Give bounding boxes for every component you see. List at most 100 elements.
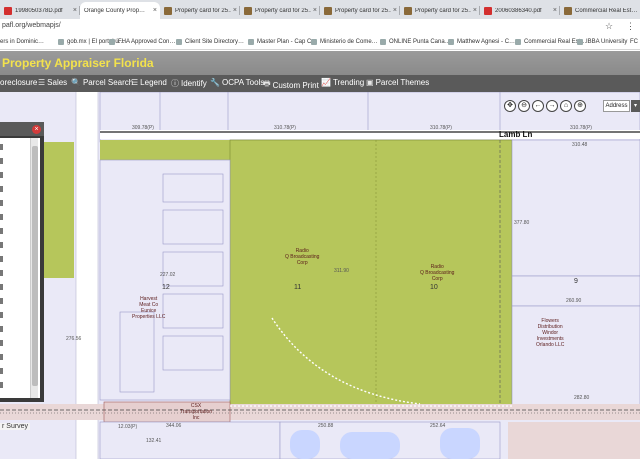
lot-number: 10 <box>430 284 438 291</box>
map-navigation: ✥ ⊖ ← → ⌂ ⊕ <box>504 100 588 112</box>
tool-label: oreclosure <box>0 78 38 87</box>
app-toolbar: oreclosure ☰ Sales 🔍 Parcel Search ☰ Legend… <box>0 75 640 92</box>
close-icon[interactable]: × <box>393 7 397 14</box>
panel-row-marker <box>0 340 3 346</box>
bookmark-label: Master Plan - Cap C… <box>257 39 318 45</box>
map-canvas[interactable] <box>0 92 640 459</box>
bookmark-star-icon[interactable]: ☆ <box>605 21 613 32</box>
bookmark-item[interactable]: IBBA University <box>577 39 627 45</box>
previous-extent-icon[interactable]: ← <box>532 100 544 112</box>
panel-row-marker <box>0 256 3 262</box>
close-icon[interactable]: × <box>32 125 41 134</box>
browser-tab-2[interactable]: Property card for 25… × <box>160 2 240 19</box>
toolbar-custom-print[interactable]: 🖶 Custom Print <box>263 78 319 92</box>
full-extent-icon[interactable]: ⌂ <box>560 100 572 112</box>
pan-icon[interactable]: ✥ <box>504 100 516 112</box>
close-icon[interactable]: × <box>73 7 77 14</box>
tool-label: Legend <box>140 78 167 87</box>
parcel-highlight-main <box>229 139 513 409</box>
panel-row-marker <box>0 326 3 332</box>
bookmark-item[interactable]: Commercial Real Est… <box>515 39 586 45</box>
site-icon <box>380 39 386 45</box>
parcel-map[interactable]: 309.78(P) 310.78(P) 310.78(P) 310.78(P) … <box>0 92 640 459</box>
parcel-bottom-right <box>508 422 640 459</box>
owner-label: Harvest Meat Co Eunice Properties LLC <box>132 296 166 320</box>
toolbar-trending[interactable]: 📈 Trending <box>321 78 364 87</box>
themes-icon: ▣ <box>366 78 374 87</box>
dimension-label: 309.78(P) <box>132 125 154 131</box>
bookmark-item[interactable]: FHA Approved Con… <box>109 39 175 45</box>
browser-tab-1[interactable]: Orange County Prop… × <box>80 2 160 19</box>
site-icon <box>577 39 583 45</box>
parcel-highlight-left <box>44 142 74 278</box>
dimension-label: 12.03(P) <box>118 424 138 430</box>
tool-label: Sales <box>47 78 68 87</box>
toolbar-legend[interactable]: ☰ Legend <box>131 78 167 87</box>
tab-label: Orange County Prop… <box>84 7 146 14</box>
browser-menu-icon[interactable]: ⋮ <box>626 21 635 32</box>
owner-label: Flowers Distribution Windor Investments … <box>536 318 565 348</box>
panel-row-marker <box>0 382 3 388</box>
survey-layer-chip[interactable]: r Survey <box>0 423 31 430</box>
site-icon <box>515 39 521 45</box>
panel-scrollbar[interactable] <box>30 138 38 398</box>
document-icon <box>324 6 332 15</box>
panel-row-marker <box>0 242 3 248</box>
water-body <box>290 430 320 459</box>
bookmark-item[interactable]: ers in Dominic… <box>0 39 44 45</box>
dimension-label: 310.78(P) <box>274 125 296 131</box>
bookmark-item[interactable]: Master Plan - Cap C… <box>248 39 317 45</box>
bookmark-label: FHA Approved Con… <box>118 39 176 45</box>
url-text[interactable]: pafl.org/webmapjs/ <box>2 22 61 29</box>
bookmark-item[interactable]: ONLINE Punta Cana… <box>380 39 451 45</box>
panel-header: × <box>0 122 44 136</box>
browser-tab-3[interactable]: Property card for 25… × <box>240 2 320 19</box>
lot-number: 9 <box>574 278 578 285</box>
chevron-down-icon[interactable]: ▾ <box>631 100 640 112</box>
tab-label: Commercial Real Est… <box>575 7 637 14</box>
address-bar[interactable]: pafl.org/webmapjs/ ☆ ⋮ <box>0 19 640 36</box>
tab-label: Property card for 25… <box>175 7 231 14</box>
scrollbar-thumb[interactable] <box>32 146 38 386</box>
bookmark-label: ONLINE Punta Cana… <box>389 39 451 45</box>
wrench-icon: 🔧 <box>210 78 220 87</box>
close-icon[interactable]: × <box>233 7 237 14</box>
search-icon: 🔍 <box>71 78 81 87</box>
toolbar-sales[interactable]: ☰ Sales <box>38 78 67 87</box>
bookmark-item[interactable]: Ministerio de Come… <box>311 39 378 45</box>
browser-tab-4[interactable]: Property card for 25… × <box>320 2 400 19</box>
bookmark-item[interactable]: FC <box>630 39 638 45</box>
address-search-button[interactable]: Address <box>603 100 630 112</box>
close-icon[interactable]: × <box>473 7 477 14</box>
close-icon[interactable]: × <box>153 7 157 14</box>
document-icon <box>564 6 572 15</box>
bookmark-item[interactable]: Matthew Agnesi - C… <box>448 39 515 45</box>
browser-tab-6[interactable]: 20060386340.pdf × <box>480 2 560 19</box>
browser-tab-0[interactable]: 1998050378D.pdf × <box>0 2 80 19</box>
list-icon: ☰ <box>131 78 139 87</box>
toolbar-foreclosure[interactable]: oreclosure <box>0 78 37 87</box>
toolbar-ocpa-tools[interactable]: 🔧 OCPA Tools <box>210 78 264 87</box>
browser-tab-strip: 1998050378D.pdf × Orange County Prop… × … <box>0 0 640 19</box>
browser-tab-7[interactable]: Commercial Real Est… <box>560 2 640 19</box>
zoom-out-icon[interactable]: ⊖ <box>518 100 530 112</box>
close-icon[interactable]: × <box>313 7 317 14</box>
dimension-label: 344.06 <box>166 423 182 429</box>
toolbar-parcel-themes[interactable]: ▣ Parcel Themes <box>366 78 429 87</box>
panel-row-marker <box>0 214 3 220</box>
toolbar-parcel-search[interactable]: 🔍 Parcel Search <box>71 78 133 87</box>
dimension-label: 310.78(P) <box>430 125 452 131</box>
close-icon[interactable]: × <box>553 7 557 14</box>
next-extent-icon[interactable]: → <box>546 100 558 112</box>
toolbar-identify[interactable]: ⓘ Identify <box>171 78 207 89</box>
panel-row-marker <box>0 186 3 192</box>
browser-tab-5[interactable]: Property card for 25… × <box>400 2 480 19</box>
bookmark-item[interactable]: Client Site Directory… <box>176 39 244 45</box>
panel-row-marker <box>0 158 3 164</box>
zoom-in-icon[interactable]: ⊕ <box>574 100 586 112</box>
lot-number: 11 <box>294 284 302 291</box>
bookmark-label: Ministerio de Come… <box>320 39 378 45</box>
street-label: Lamb Ln <box>499 130 533 139</box>
tab-label: 20060386340.pdf <box>495 7 542 14</box>
tab-label: 1998050378D.pdf <box>15 7 63 14</box>
